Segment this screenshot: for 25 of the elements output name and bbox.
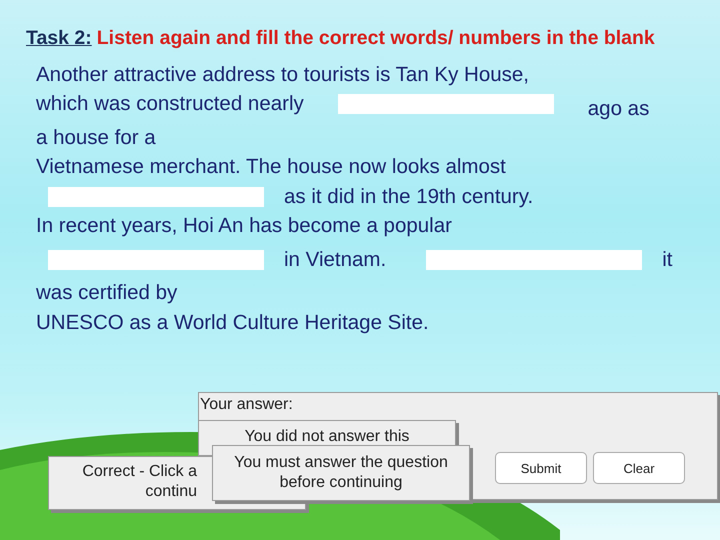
popup-text: continu (145, 482, 197, 502)
popup-text: You must answer the question (234, 453, 448, 473)
popup-text: You did not answer this (244, 427, 410, 447)
passage-text: which was constructed nearly (36, 92, 304, 116)
popup-text: before continuing (280, 473, 402, 493)
fill-in-blank[interactable] (48, 250, 264, 270)
fill-in-blank[interactable] (338, 94, 554, 114)
submit-button[interactable]: Submit (495, 452, 587, 484)
answer-label: Your answer: (200, 396, 293, 414)
popup-text: Correct - Click a (82, 462, 197, 482)
passage-text: in Vietnam. (284, 248, 386, 272)
task-instruction: Listen again and fill the correct words/ numbers in the blank (96, 27, 655, 49)
passage-text: as it did in the 19th century. (284, 184, 534, 209)
passage-text: UNESCO as a World Culture Heritage Site. (36, 310, 429, 335)
passage-text: In recent years, Hoi An has become a popular (36, 214, 452, 238)
passage-text: it (662, 248, 672, 272)
passage-text: a house for a (36, 126, 156, 150)
passage-text: Vietnamese merchant. The house now looks almost (36, 155, 506, 180)
passage-text: was certified by (36, 281, 178, 306)
passage-text: ago as (588, 97, 650, 122)
fill-in-blank[interactable] (48, 186, 264, 207)
task-label: Task 2: (26, 27, 92, 49)
passage-text: Another attractive address to tourists is Tan Ky House, (36, 62, 530, 87)
fill-in-blank[interactable] (426, 250, 642, 270)
clear-button[interactable]: Clear (593, 452, 685, 484)
